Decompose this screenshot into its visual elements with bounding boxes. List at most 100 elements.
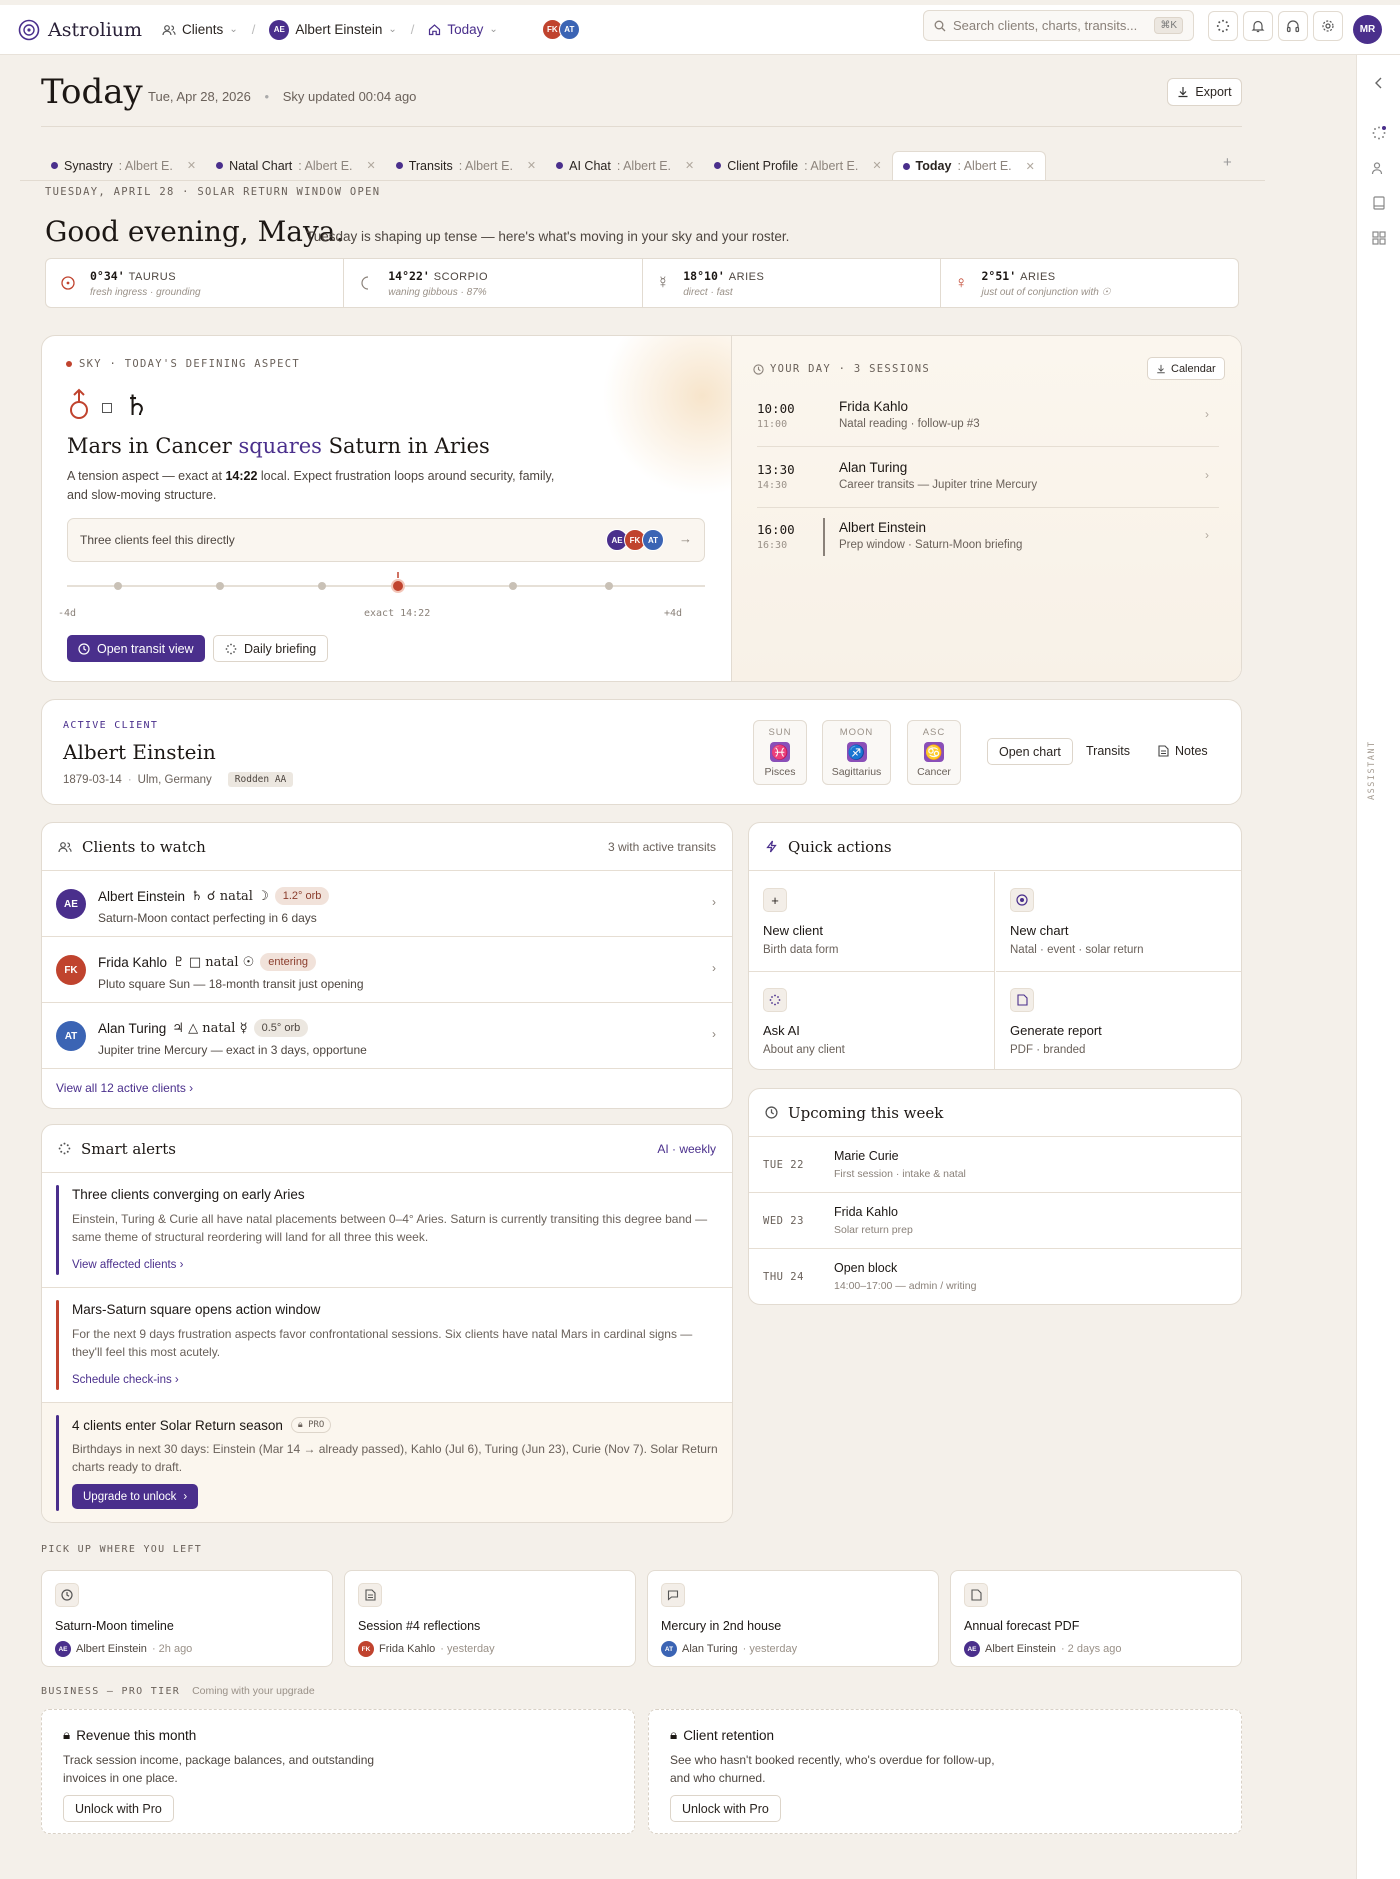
target-icon xyxy=(1010,888,1034,912)
upcoming-row[interactable]: TUE 22 Marie Curie First session · intake … xyxy=(749,1137,1241,1193)
tab-sub: : Albert E. xyxy=(616,158,672,173)
upcoming-row[interactable]: THU 24 Open block 14:00–17:00 — admin / wr… xyxy=(749,1249,1241,1304)
ai-sparkle-button[interactable] xyxy=(1208,11,1238,41)
tab-dot xyxy=(395,162,403,169)
users-icon[interactable] xyxy=(1371,160,1387,176)
card-title: Upcoming this week xyxy=(788,1103,944,1122)
collaborator-avatars[interactable]: FK AT xyxy=(541,19,580,40)
planet-sun[interactable]: 0°34' TAURUS fresh ingress · grounding xyxy=(46,259,345,307)
users-icon xyxy=(162,24,176,35)
breadcrumb-today[interactable]: Today ⌄ xyxy=(428,22,498,37)
close-icon[interactable]: ✕ xyxy=(527,159,536,172)
support-button[interactable] xyxy=(1278,11,1308,41)
sky-updated: Sky updated 00:04 ago xyxy=(282,89,417,104)
view-all-clients-link[interactable]: View all 12 active clients › xyxy=(56,1081,193,1095)
saturn-icon: ♄ xyxy=(124,388,150,422)
document-icon xyxy=(1010,988,1034,1012)
square-aspect-icon xyxy=(102,403,112,413)
transits-button[interactable]: Transits xyxy=(1086,744,1130,758)
page-date: Tue, Apr 28, 2026 xyxy=(148,89,251,104)
affected-clients-banner[interactable]: Three clients feel this directly AE FK A… xyxy=(67,518,705,562)
assistant-rail xyxy=(1356,55,1400,1879)
session-row[interactable]: 10:00 11:00 Frida Kahlo Natal reading · fo… xyxy=(757,387,1219,447)
client-row[interactable]: AE Albert Einstein ♄ ☌ natal ☽ 1.2° orb Sa… xyxy=(42,871,732,937)
chevron-down-icon: ⌄ xyxy=(489,24,498,35)
settings-button[interactable] xyxy=(1313,11,1343,41)
search-shortcut: ⌘K xyxy=(1154,17,1183,34)
generate-report-action[interactable]: Generate report PDF · branded xyxy=(996,972,1241,1069)
new-client-action[interactable]: + New client Birth data form xyxy=(749,872,995,972)
export-button[interactable]: Export xyxy=(1167,78,1242,106)
tab-dot xyxy=(902,162,910,170)
close-icon[interactable]: ✕ xyxy=(367,159,376,172)
open-transit-view-button[interactable]: Open transit view xyxy=(67,635,205,662)
close-icon[interactable]: ✕ xyxy=(685,159,694,172)
tab-transits[interactable]: Transits: Albert E. ✕ xyxy=(386,151,546,180)
active-client-card: ACTIVE CLIENT Albert Einstein 1879-03-14… xyxy=(41,699,1242,805)
notes-button[interactable]: Notes xyxy=(1158,744,1208,758)
clock-icon xyxy=(753,363,764,375)
sun-sign: SUN ♓ Pisces xyxy=(753,720,807,785)
tab-sub: : Albert E. xyxy=(298,158,353,173)
breadcrumb-clients[interactable]: Clients ⌄ xyxy=(162,22,238,37)
new-chart-action[interactable]: New chart Natal · event · solar return xyxy=(996,872,1241,972)
tab-natal-chart[interactable]: Natal Chart: Albert E. ✕ xyxy=(206,151,386,180)
sparkle-icon[interactable] xyxy=(1371,125,1387,141)
pickup-item[interactable]: Annual forecast PDF AE Albert Einstein · 2… xyxy=(950,1570,1242,1667)
tab-dot xyxy=(556,162,564,169)
pickup-item[interactable]: Mercury in 2nd house AT Alan Turing · yest… xyxy=(647,1570,939,1667)
chevron-left-icon[interactable] xyxy=(1371,75,1387,91)
orb-badge: 1.2° orb xyxy=(274,887,330,905)
schedule-check-ins-link[interactable]: Schedule check-ins › xyxy=(72,1374,179,1386)
card-header: Upcoming this week xyxy=(749,1089,1241,1137)
session-row[interactable]: 13:30 14:30 Alan Turing Career transits — … xyxy=(757,448,1219,508)
breadcrumb-client-label: Albert Einstein xyxy=(295,22,383,37)
rodden-badge: Rodden AA xyxy=(227,772,294,787)
daily-briefing-button[interactable]: Daily briefing xyxy=(213,635,329,662)
upgrade-button[interactable]: Upgrade to unlock › xyxy=(72,1484,199,1509)
planet-mercury[interactable]: ☿ 18°10' ARIES direct · fast xyxy=(643,259,941,307)
astrolium-logo-icon xyxy=(18,19,40,40)
view-affected-clients-link[interactable]: View affected clients › xyxy=(72,1259,183,1271)
open-chart-button[interactable]: Open chart xyxy=(987,738,1073,765)
client-row[interactable]: AT Alan Turing ♃ △ natal ☿ 0.5° orb Jupite… xyxy=(42,1003,732,1069)
page-title: Today xyxy=(41,72,143,112)
moon-icon xyxy=(361,276,369,290)
unlock-with-pro-button[interactable]: Unlock with Pro xyxy=(670,1795,781,1822)
new-tab-button[interactable]: + xyxy=(1223,154,1232,171)
chevron-right-icon: › xyxy=(712,961,716,975)
sagittarius-icon: ♐ xyxy=(846,742,867,762)
pro-badge: 🔒︎ PRO xyxy=(290,1417,332,1433)
search-input[interactable]: Search clients, charts, transits... ⌘K xyxy=(923,10,1194,41)
planet-venus[interactable]: ♀ 2°51' ARIES just out of conjunction with… xyxy=(941,259,1238,307)
session-row[interactable]: 16:00 16:30 Albert Einstein Prep window · … xyxy=(757,508,1219,568)
greeting-subtitle: Tuesday is shaping up tense — here's wha… xyxy=(306,229,790,244)
client-row[interactable]: FK Frida Kahlo ♇ □ natal ☉ entering Pluto … xyxy=(42,937,732,1003)
user-avatar[interactable]: MR xyxy=(1353,15,1382,44)
app-logo[interactable]: Astrolium xyxy=(18,19,142,41)
clients-to-watch-card: Clients to watch 3 with active transits … xyxy=(41,822,733,1109)
ask-ai-action[interactable]: Ask AI About any client xyxy=(749,972,995,1069)
close-icon[interactable]: ✕ xyxy=(187,159,196,172)
calendar-button[interactable]: Calendar xyxy=(1147,357,1225,380)
tab-label: Synastry xyxy=(64,158,113,173)
alert-bar xyxy=(56,1185,59,1275)
tab-synastry[interactable]: Synastry: Albert E. ✕ xyxy=(41,151,206,180)
close-icon[interactable]: ✕ xyxy=(872,159,881,172)
pickup-item[interactable]: Session #4 reflections FK Frida Kahlo · ye… xyxy=(344,1570,636,1667)
tab-ai-chat[interactable]: AI Chat: Albert E. ✕ xyxy=(546,151,704,180)
unlock-with-pro-button[interactable]: Unlock with Pro xyxy=(63,1795,174,1822)
notifications-button[interactable] xyxy=(1243,11,1273,41)
tab-today[interactable]: Today: Albert E. ✕ xyxy=(891,151,1046,180)
pickup-item[interactable]: Saturn-Moon timeline AE Albert Einstein · … xyxy=(41,1570,333,1667)
breadcrumb-client[interactable]: AE Albert Einstein ⌄ xyxy=(269,19,397,40)
planet-moon[interactable]: 14°22' SCORPIO waning gibbous · 87% xyxy=(344,259,643,307)
book-icon[interactable] xyxy=(1371,195,1387,211)
live-dot xyxy=(66,361,72,367)
upcoming-row[interactable]: WED 23 Frida Kahlo Solar return prep xyxy=(749,1193,1241,1249)
close-icon[interactable]: ✕ xyxy=(1026,160,1035,173)
tab-client-profile[interactable]: Client Profile: Albert E. ✕ xyxy=(704,151,891,180)
grid-icon[interactable] xyxy=(1371,230,1387,246)
your-day-panel: YOUR DAY · 3 SESSIONS Calendar 10:00 11:0… xyxy=(731,336,1241,681)
smart-alerts-card: Smart alerts AI · weekly Three clients c… xyxy=(41,1124,733,1523)
